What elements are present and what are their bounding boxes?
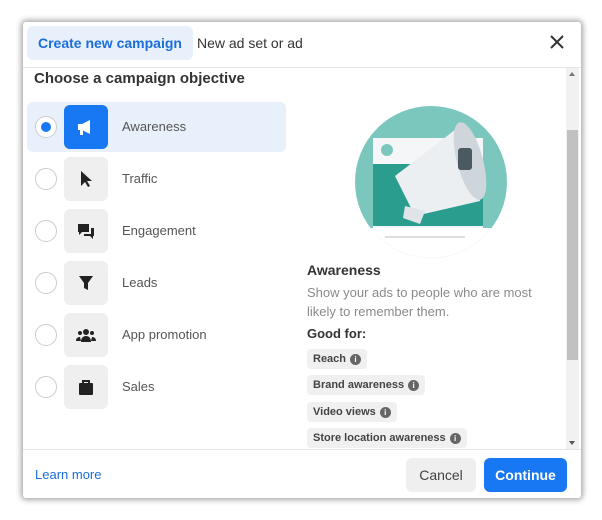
close-icon[interactable] [549, 34, 565, 50]
objective-label: Leads [122, 275, 158, 290]
tab-create-new-campaign[interactable]: Create new campaign [27, 26, 193, 60]
info-icon[interactable]: i [379, 406, 391, 418]
page-title: Choose a campaign objective [34, 70, 245, 87]
scrollbar[interactable] [566, 68, 579, 449]
objective-traffic[interactable]: Traffic [27, 154, 286, 204]
scroll-up-icon[interactable] [569, 72, 575, 76]
objective-leads[interactable]: Leads [27, 258, 286, 308]
chip-label: Store location awareness [313, 432, 446, 444]
good-for-label: Good for: [307, 326, 367, 341]
objective-label: Engagement [122, 223, 196, 238]
good-for-chip: Reach i [307, 349, 368, 369]
radio[interactable] [35, 272, 57, 294]
dialog-header: Create new campaign New ad set or ad [23, 22, 581, 68]
radio[interactable] [35, 324, 57, 346]
campaign-dialog: Create new campaign New ad set or ad Cho… [23, 22, 581, 498]
people-icon [64, 313, 108, 357]
chat-bubbles-icon [64, 209, 108, 253]
radio[interactable] [35, 168, 57, 190]
detail-title: Awareness [307, 262, 381, 278]
objective-sales[interactable]: Sales [27, 362, 286, 412]
radio-selected[interactable] [35, 116, 57, 138]
info-icon[interactable]: i [350, 353, 362, 365]
chip-label: Brand awareness [313, 379, 405, 391]
chip-label: Reach [313, 353, 347, 365]
radio[interactable] [35, 376, 57, 398]
cursor-icon [64, 157, 108, 201]
objective-label: Sales [122, 379, 155, 394]
megaphone-icon [64, 105, 108, 149]
tab-new-ad-set-or-ad[interactable]: New ad set or ad [186, 26, 314, 60]
objective-app-promotion[interactable]: App promotion [27, 310, 286, 360]
dialog-footer: Learn more Cancel Continue [23, 449, 581, 498]
good-for-chip: Video views i [307, 402, 397, 422]
learn-more-link[interactable]: Learn more [35, 467, 101, 482]
chip-label: Video views [313, 406, 376, 418]
scroll-down-icon[interactable] [569, 441, 575, 445]
objective-label: Awareness [122, 119, 187, 134]
cancel-button[interactable]: Cancel [406, 458, 476, 492]
shopping-bag-icon [64, 365, 108, 409]
detail-description: Show your ads to people who are most lik… [307, 285, 532, 319]
info-icon[interactable]: i [408, 379, 420, 391]
awareness-illustration [355, 106, 507, 258]
objective-label: Traffic [122, 171, 158, 186]
funnel-icon [64, 261, 108, 305]
good-for-chip: Store location awareness i [307, 428, 467, 448]
radio[interactable] [35, 220, 57, 242]
objective-engagement[interactable]: Engagement [27, 206, 286, 256]
good-for-chip: Brand awareness i [307, 375, 426, 395]
continue-button[interactable]: Continue [484, 458, 567, 492]
info-icon[interactable]: i [449, 432, 461, 444]
scrollbar-thumb[interactable] [567, 130, 578, 360]
objective-label: App promotion [122, 327, 207, 342]
objective-awareness[interactable]: Awareness [27, 102, 286, 152]
